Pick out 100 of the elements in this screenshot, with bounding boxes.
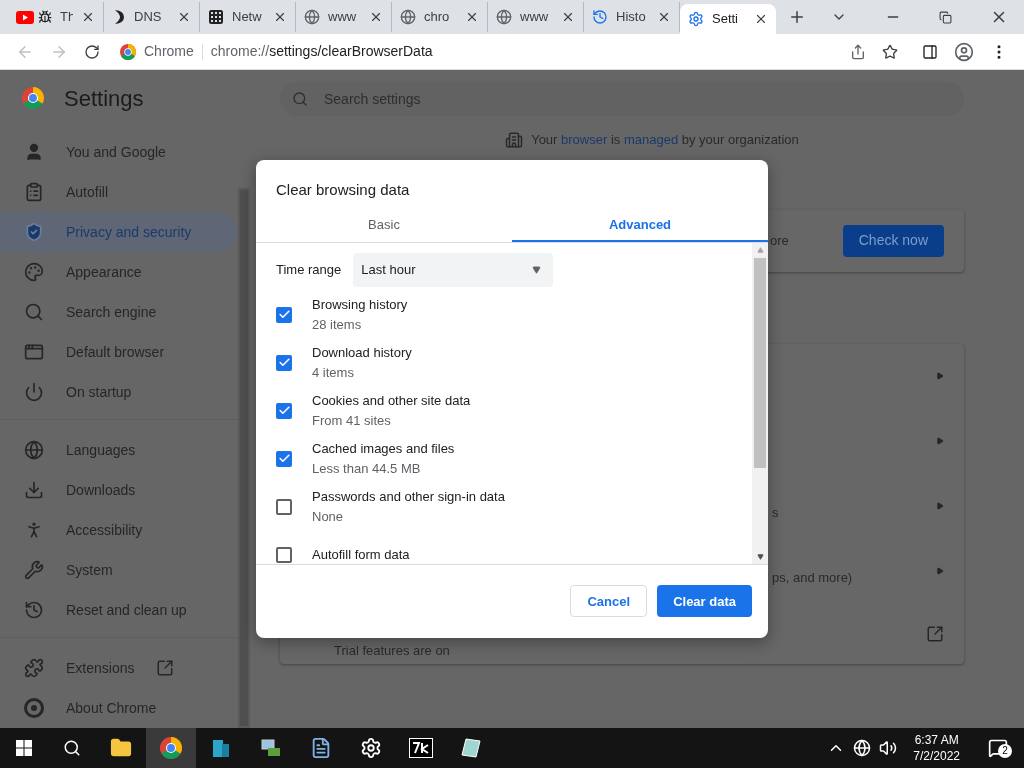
browser-tab[interactable]: Netw	[200, 2, 296, 32]
dialog-tab[interactable]: Advanced	[512, 209, 768, 242]
sidebar-item[interactable]: You and Google	[0, 132, 238, 172]
browser-tab[interactable]: Setti	[680, 4, 776, 34]
sidebar-item[interactable]: Default browser	[0, 332, 238, 372]
check-icon	[277, 404, 291, 417]
chrome-logo-icon	[120, 43, 136, 60]
item-label: Download history	[312, 343, 412, 362]
folder-icon[interactable]	[110, 737, 132, 759]
item-detail: None	[312, 507, 345, 526]
browser-tab[interactable]: www	[488, 2, 584, 32]
sidebar-item[interactable]: Accessibility	[0, 510, 238, 550]
external-link-icon[interactable]	[926, 624, 944, 643]
time-range-select[interactable]: Last hour	[353, 252, 554, 287]
item-label: Autofill form data	[312, 545, 410, 564]
checkbox[interactable]	[276, 546, 292, 563]
item-label: Browsing history	[312, 295, 408, 314]
browser-tab[interactable]: DNS	[104, 2, 200, 32]
notification-center[interactable]: 2	[976, 738, 1020, 758]
close-icon[interactable]	[369, 10, 383, 24]
scrollbar[interactable]	[752, 242, 768, 564]
managed-notice: Your browser is managed by your organization	[531, 131, 799, 149]
clock-date[interactable]: 7/2/2022	[913, 748, 960, 764]
managed-link[interactable]: managed	[623, 132, 679, 147]
sidebar-item[interactable]: On startup	[0, 372, 238, 412]
row-text: Trial features are on	[334, 641, 451, 660]
check-now-button[interactable]: Check now	[842, 224, 944, 257]
scroll-down-icon[interactable]	[756, 552, 764, 560]
item-detail: 28 items	[312, 315, 363, 334]
bookmark-star-icon[interactable]	[882, 43, 898, 60]
browser-link[interactable]: browser	[561, 132, 608, 147]
profile-icon[interactable]	[954, 41, 974, 62]
close-icon[interactable]	[273, 10, 287, 24]
checkbox[interactable]	[276, 306, 292, 323]
palette-icon	[24, 262, 44, 282]
person-icon	[24, 142, 44, 162]
close-icon[interactable]	[465, 10, 479, 24]
power-icon	[24, 382, 44, 402]
new-tab-icon[interactable]	[788, 8, 806, 26]
dialog-title: Clear browsing data	[275, 180, 411, 200]
arrow-right-icon[interactable]	[936, 502, 944, 510]
checkbox[interactable]	[276, 402, 292, 419]
sidebar-item[interactable]: Appearance	[0, 252, 238, 292]
sidebar-item[interactable]: Languages	[0, 430, 238, 470]
item-label: Cookies and other site data	[312, 391, 471, 410]
bug-icon	[38, 10, 52, 24]
side-panel-icon[interactable]	[922, 43, 938, 60]
search-icon	[24, 302, 44, 322]
share-icon[interactable]	[850, 43, 866, 60]
checkbox[interactable]	[276, 498, 292, 515]
network-icon[interactable]	[853, 739, 872, 757]
arrow-right-icon[interactable]	[936, 437, 944, 445]
cancel-button[interactable]: Cancel	[570, 585, 648, 618]
clock-time[interactable]: 6:37 AM	[914, 732, 959, 748]
close-icon[interactable]	[177, 10, 191, 24]
row-text: ps, and more)	[772, 570, 853, 586]
browser-tab[interactable]: www	[296, 2, 392, 32]
sidebar-item[interactable]: Autofill	[0, 172, 238, 212]
sidebar-item[interactable]: Reset and clean up	[0, 590, 238, 630]
sidebar-item[interactable]: Extensions	[0, 648, 238, 688]
item-detail: Less than 44.5 MB	[312, 459, 422, 478]
shield-icon	[24, 222, 44, 242]
close-icon[interactable]	[81, 10, 95, 24]
grid-icon	[208, 9, 224, 25]
checkbox[interactable]	[276, 354, 292, 371]
sidebar-item[interactable]: Privacy and security	[0, 212, 238, 252]
arrow-right-icon[interactable]	[936, 567, 944, 575]
checkbox[interactable]	[276, 450, 292, 467]
check-icon	[277, 452, 291, 465]
scrollbar[interactable]	[238, 188, 250, 728]
volume-icon[interactable]	[879, 739, 898, 757]
close-icon[interactable]	[657, 10, 671, 24]
globe-icon	[400, 9, 416, 25]
document-icon[interactable]	[310, 737, 332, 759]
item-label: Cached images and files	[312, 439, 455, 458]
browser-tab[interactable]: chro	[392, 2, 488, 32]
close-icon[interactable]	[561, 10, 575, 24]
sidebar-item[interactable]: Search engine	[0, 292, 238, 332]
dialog-tab[interactable]: Basic	[256, 209, 512, 242]
chrome-logo-icon	[160, 737, 182, 759]
settings-icon[interactable]	[360, 737, 382, 759]
sidebar-item[interactable]: About Chrome	[0, 688, 238, 728]
item-detail: From 41 sites	[312, 411, 392, 430]
restore-icon[interactable]	[939, 10, 952, 24]
dropdown-arrow-icon	[532, 265, 542, 274]
clear-data-button[interactable]: Clear data	[657, 585, 752, 618]
check-icon	[277, 308, 291, 321]
sidebar-item[interactable]: System	[0, 550, 238, 590]
sidebar-item[interactable]: Downloads	[0, 470, 238, 510]
search-icon[interactable]	[63, 739, 81, 757]
site-label: Chrome	[144, 42, 194, 61]
page-title: Settings	[64, 84, 144, 113]
chrome-logo-icon	[22, 87, 44, 109]
notepad-icon[interactable]	[460, 737, 482, 759]
reload-icon[interactable]	[84, 43, 100, 60]
arrow-right-icon[interactable]	[936, 372, 944, 380]
item-label: Passwords and other sign-in data	[312, 487, 505, 506]
tab-title: www	[328, 8, 358, 27]
close-icon[interactable]	[754, 12, 768, 26]
history-icon	[24, 600, 44, 620]
